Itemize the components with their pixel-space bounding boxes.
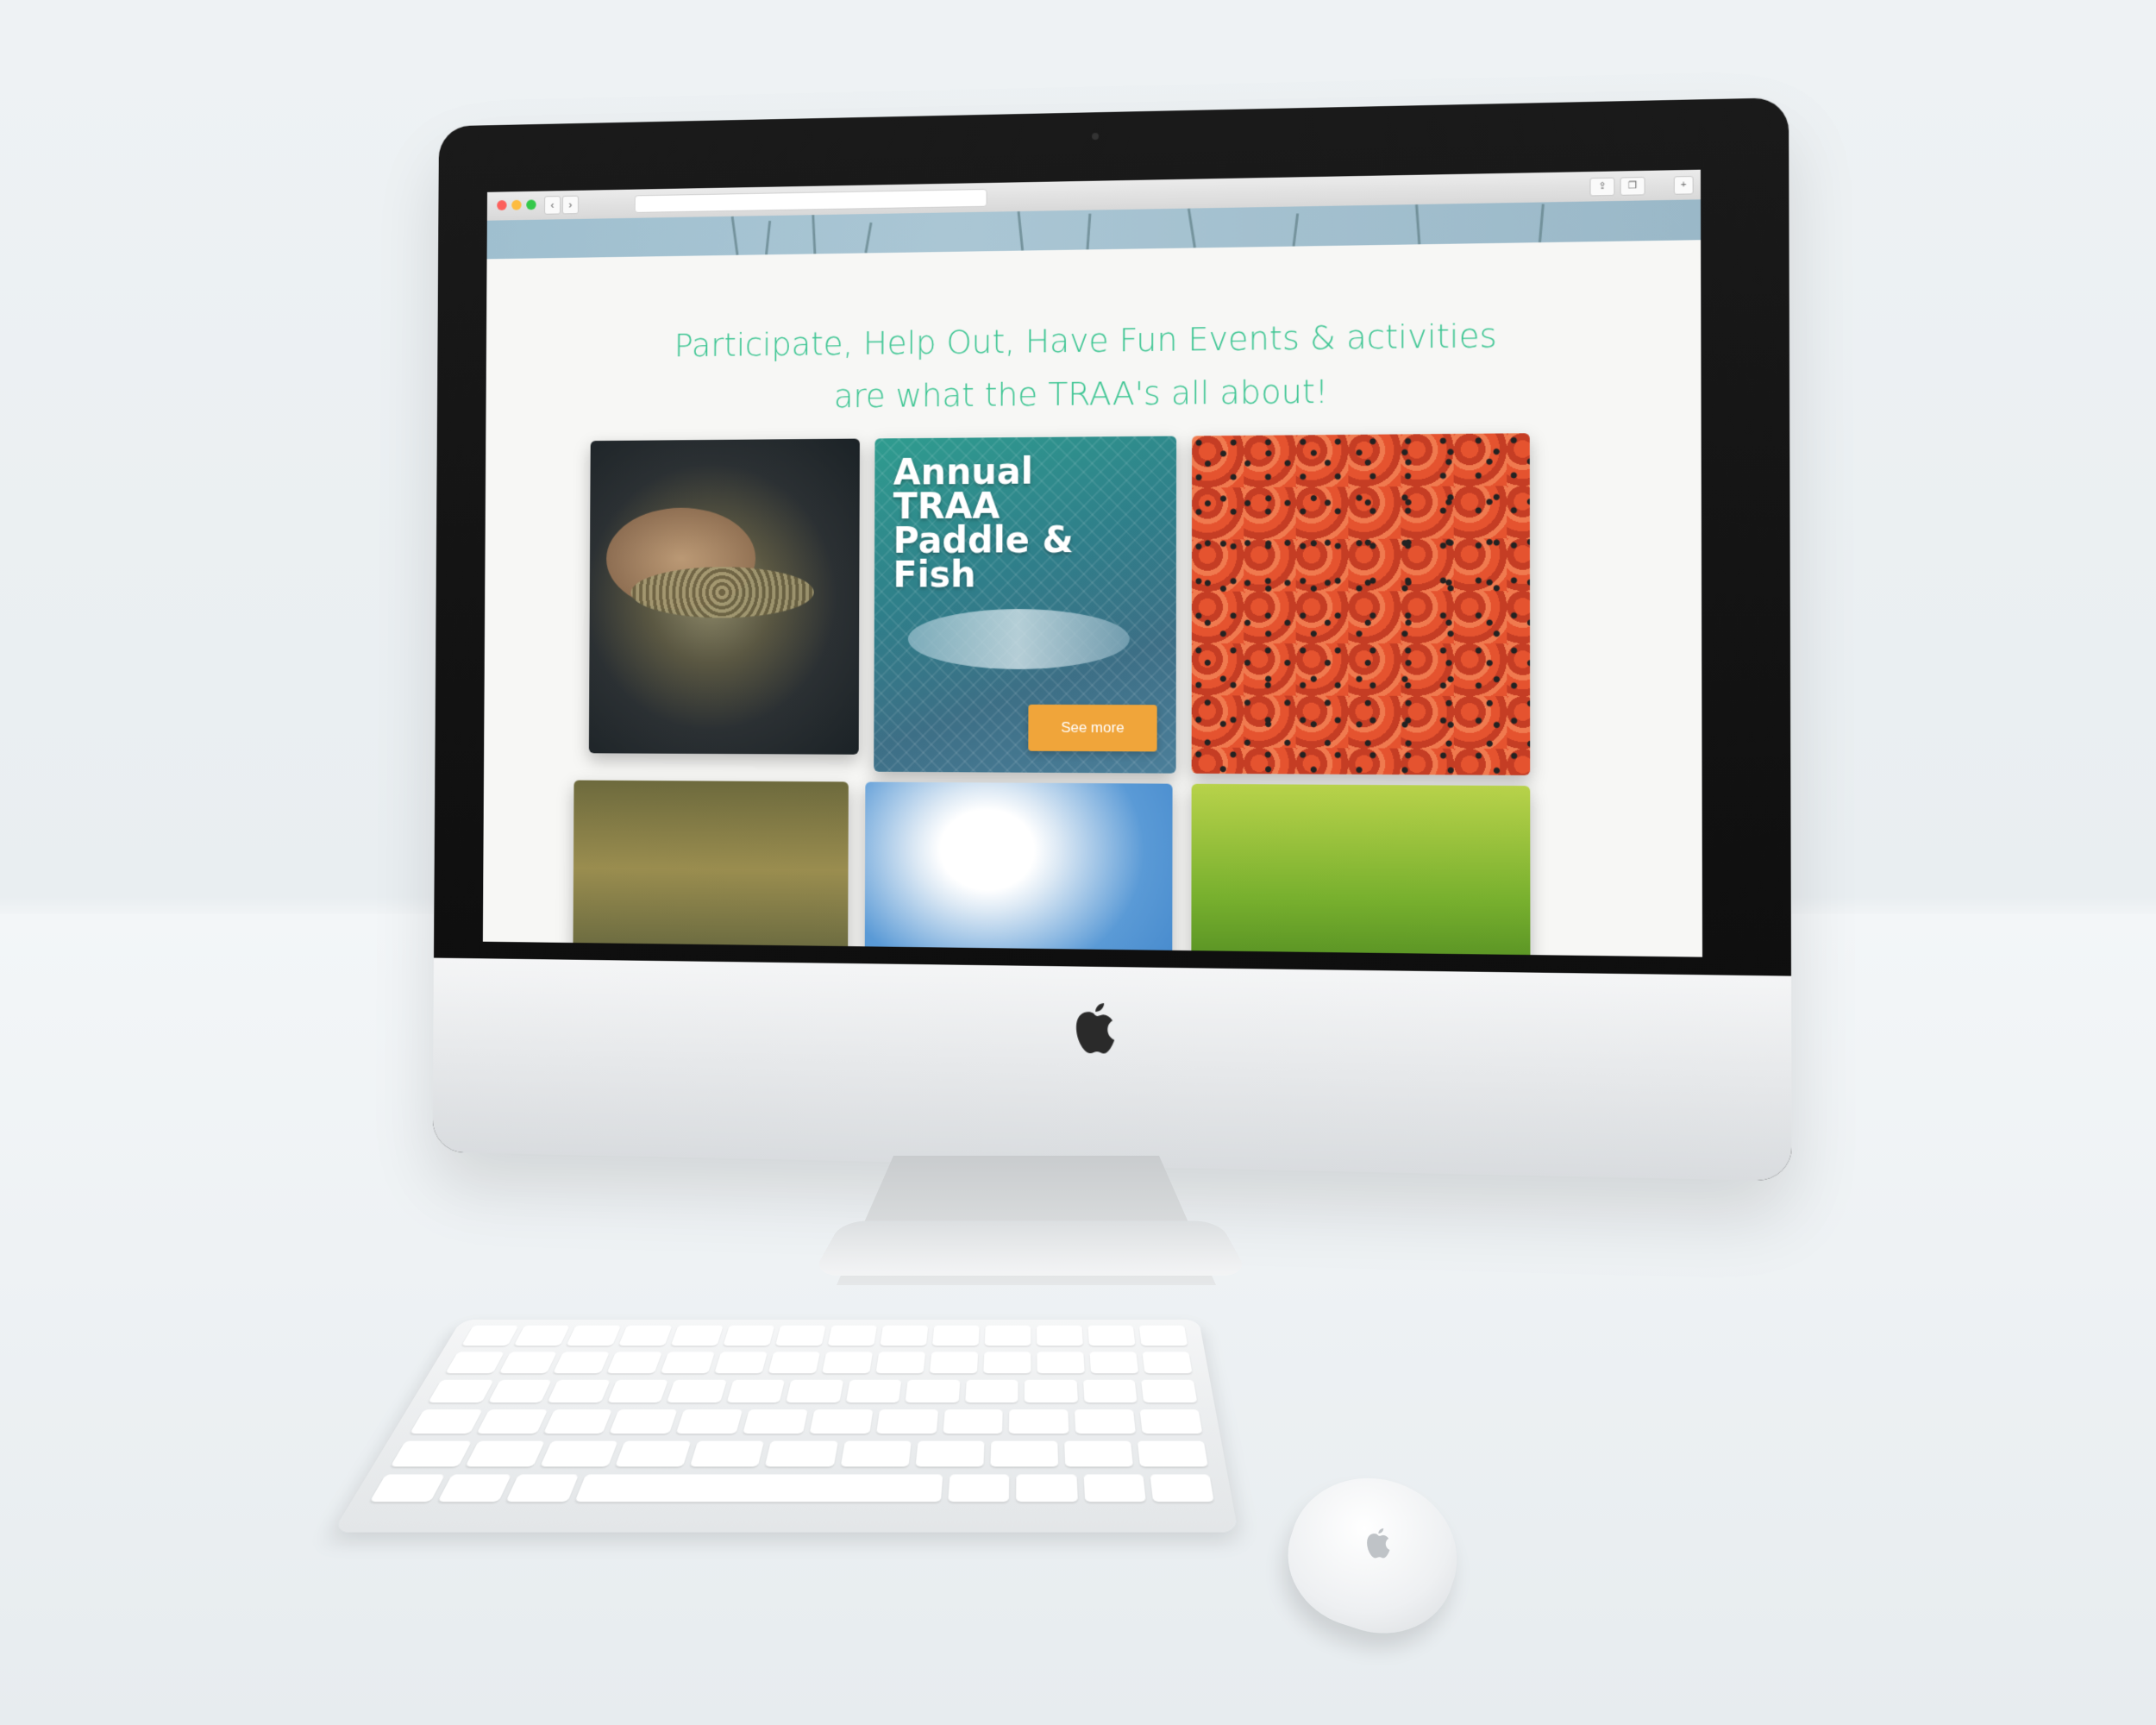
back-arrow-icon[interactable]: ‹ xyxy=(544,196,561,215)
close-window-button[interactable] xyxy=(497,200,506,210)
share-icon[interactable]: ⇪ xyxy=(1589,178,1614,197)
event-card-sky[interactable] xyxy=(865,782,1173,957)
event-card-paddle-fish[interactable]: Annual TRAA Paddle & Fish See more xyxy=(874,436,1176,774)
apple-logo-icon xyxy=(1071,1001,1116,1057)
event-card-salmon-eggs[interactable] xyxy=(1192,433,1531,775)
event-card-riverbed[interactable] xyxy=(573,781,849,957)
keyboard[interactable] xyxy=(333,1320,1238,1533)
section-headline: Participate, Help Out, Have Fun Events &… xyxy=(486,306,1701,426)
address-bar[interactable] xyxy=(635,189,987,213)
maximize-window-button[interactable] xyxy=(526,199,536,210)
minimize-window-button[interactable] xyxy=(511,200,521,210)
new-tab-icon[interactable]: + xyxy=(1674,176,1694,195)
trout-image xyxy=(630,567,813,618)
imac-chin xyxy=(433,958,1792,1182)
browser-screen: ‹ › ⇪ ❐ + Participate, Help Out, Have Fu… xyxy=(483,170,1702,957)
card-title: Annual TRAA Paddle & Fish xyxy=(893,454,1080,592)
imac-base xyxy=(812,1221,1250,1276)
tabs-icon[interactable]: ❐ xyxy=(1620,177,1645,196)
forward-arrow-icon[interactable]: › xyxy=(562,196,579,215)
apple-logo-icon xyxy=(1363,1527,1391,1560)
event-card-grass[interactable] xyxy=(1191,784,1530,957)
see-more-button[interactable]: See more xyxy=(1028,705,1156,752)
fish-image xyxy=(908,609,1130,669)
event-card-trout-release[interactable] xyxy=(589,439,860,755)
camera xyxy=(1092,133,1099,140)
imac-display: ‹ › ⇪ ❐ + Participate, Help Out, Have Fu… xyxy=(433,97,1792,1181)
